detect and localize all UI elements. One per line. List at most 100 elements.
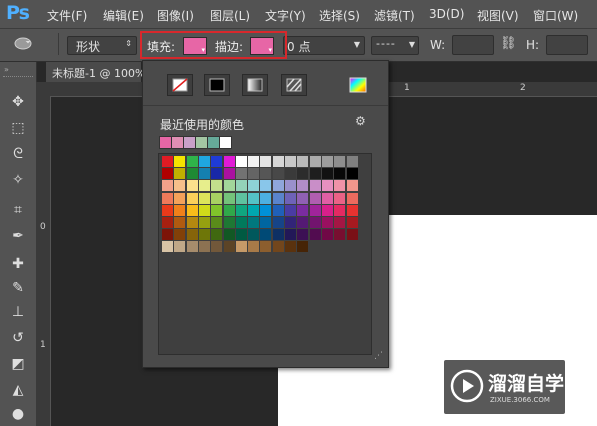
recent-color-swatch[interactable] <box>159 136 172 149</box>
swatch-cell[interactable] <box>297 168 309 180</box>
swatch-cell[interactable] <box>321 204 333 216</box>
swatch-cell[interactable] <box>235 192 247 204</box>
menu-window[interactable]: 窗口(W) <box>533 7 578 24</box>
swatch-cell[interactable] <box>334 229 346 241</box>
swatch-cell[interactable] <box>309 229 321 241</box>
swatch-cell[interactable] <box>223 168 235 180</box>
swatch-cell[interactable] <box>321 229 333 241</box>
swatch-cell[interactable] <box>309 168 321 180</box>
swatch-cell[interactable] <box>235 241 247 253</box>
swatch-cell[interactable] <box>235 168 247 180</box>
swatch-cell[interactable] <box>211 204 223 216</box>
swatch-cell[interactable] <box>174 156 186 167</box>
swatch-cell[interactable] <box>223 192 235 204</box>
panel-collapse-icon[interactable]: » <box>4 65 9 74</box>
swatch-cell[interactable] <box>211 192 223 204</box>
ellipse-tool-preset-button[interactable] <box>14 37 36 50</box>
swatch-cell[interactable] <box>186 204 198 216</box>
swatch-cell[interactable] <box>248 168 260 180</box>
swatch-cell[interactable] <box>272 180 284 192</box>
shape-mode-select[interactable]: 形状 ⇕ <box>67 36 137 55</box>
swatch-cell[interactable] <box>198 168 210 180</box>
swatch-cell[interactable] <box>248 156 260 167</box>
swatch-cell[interactable] <box>235 217 247 228</box>
swatch-cell[interactable] <box>321 156 333 167</box>
crop-icon[interactable]: ⌗ <box>8 200 28 220</box>
gear-icon[interactable]: ⚙ <box>355 114 366 128</box>
swatch-cell[interactable] <box>198 241 210 253</box>
swatch-cell[interactable] <box>211 156 223 167</box>
swatch-cell[interactable] <box>198 180 210 192</box>
swatch-cell[interactable] <box>346 229 358 241</box>
swatch-cell[interactable] <box>198 229 210 241</box>
recent-color-swatch[interactable] <box>207 136 220 149</box>
swatch-cell[interactable] <box>309 156 321 167</box>
swatch-cell[interactable] <box>272 229 284 241</box>
swatch-cell[interactable] <box>272 156 284 167</box>
swatch-cell[interactable] <box>223 229 235 241</box>
swatch-cell[interactable] <box>186 229 198 241</box>
swatch-cell[interactable] <box>260 192 272 204</box>
swatch-cell[interactable] <box>334 168 346 180</box>
recent-color-swatch[interactable] <box>195 136 208 149</box>
swatch-cell[interactable] <box>198 204 210 216</box>
swatch-cell[interactable] <box>174 241 186 253</box>
history-brush-icon[interactable]: ↺ <box>8 328 28 348</box>
swatch-cell[interactable] <box>211 180 223 192</box>
swatch-cell[interactable] <box>174 229 186 241</box>
swatch-cell[interactable] <box>285 217 296 228</box>
swatch-cell[interactable] <box>334 180 346 192</box>
swatch-cell[interactable] <box>321 192 333 204</box>
gradient-button[interactable] <box>242 74 268 96</box>
swatch-cell[interactable] <box>260 204 272 216</box>
swatch-cell[interactable] <box>272 192 284 204</box>
swatch-cell[interactable] <box>235 229 247 241</box>
swatch-cell[interactable] <box>174 168 186 180</box>
eyedropper-icon[interactable]: ✒ <box>8 226 28 246</box>
swatch-cell[interactable] <box>297 192 309 204</box>
menu-filter[interactable]: 滤镜(T) <box>374 7 415 24</box>
stroke-type-select[interactable]: ---- ▼ <box>371 36 419 55</box>
solid-color-button[interactable] <box>204 74 230 96</box>
link-icon[interactable]: ⛓ <box>500 36 517 51</box>
swatch-cell[interactable] <box>162 204 173 216</box>
eraser-icon[interactable]: ◩ <box>8 354 28 374</box>
swatch-cell[interactable] <box>285 204 296 216</box>
swatch-cell[interactable] <box>346 180 358 192</box>
swatch-cell[interactable] <box>285 156 296 167</box>
swatch-cell[interactable] <box>186 192 198 204</box>
swatch-cell[interactable] <box>223 204 235 216</box>
swatch-cell[interactable] <box>272 204 284 216</box>
swatch-cell[interactable] <box>297 156 309 167</box>
menu-type[interactable]: 文字(Y) <box>265 7 306 24</box>
swatch-cell[interactable] <box>248 204 260 216</box>
menu-file[interactable]: 文件(F) <box>47 7 87 24</box>
panel-grip[interactable] <box>3 76 33 79</box>
document-tab[interactable]: 未标题-1 @ 100% <box>46 62 145 82</box>
swatch-cell[interactable] <box>235 156 247 167</box>
menu-view[interactable]: 视图(V) <box>477 7 519 24</box>
healing-brush-icon[interactable]: ✚ <box>8 254 28 274</box>
swatch-cell[interactable] <box>211 168 223 180</box>
swatch-cell[interactable] <box>260 229 272 241</box>
swatch-cell[interactable] <box>346 168 358 180</box>
menu-3d[interactable]: 3D(D) <box>429 7 464 21</box>
swatch-cell[interactable] <box>223 156 235 167</box>
swatch-cell[interactable] <box>162 156 173 167</box>
swatch-cell[interactable] <box>321 180 333 192</box>
swatch-cell[interactable] <box>211 217 223 228</box>
swatch-cell[interactable] <box>211 241 223 253</box>
menu-image[interactable]: 图像(I) <box>157 7 194 24</box>
no-color-button[interactable] <box>167 74 193 96</box>
swatch-cell[interactable] <box>346 192 358 204</box>
swatch-cell[interactable] <box>211 229 223 241</box>
swatch-cell[interactable] <box>285 192 296 204</box>
swatch-cell[interactable] <box>285 168 296 180</box>
swatch-cell[interactable] <box>174 180 186 192</box>
swatch-cell[interactable] <box>162 229 173 241</box>
swatch-cell[interactable] <box>346 156 358 167</box>
menu-edit[interactable]: 编辑(E) <box>103 7 144 24</box>
swatch-cell[interactable] <box>174 217 186 228</box>
menu-layer[interactable]: 图层(L) <box>210 7 250 24</box>
swatch-cell[interactable] <box>260 156 272 167</box>
